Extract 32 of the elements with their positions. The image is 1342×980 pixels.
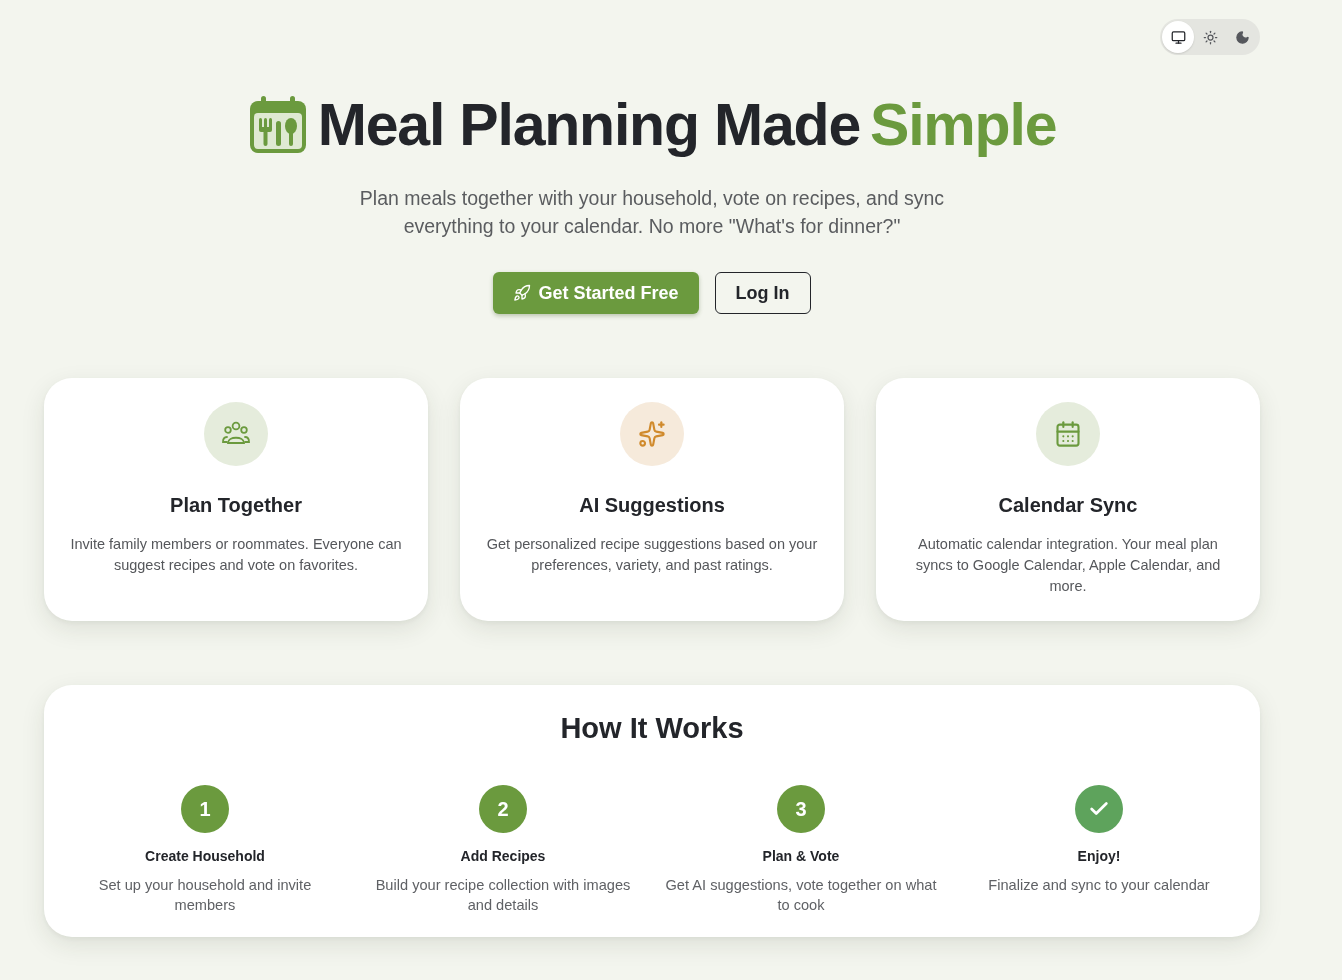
system-theme-button[interactable] [1162, 21, 1194, 53]
step-check-icon [1075, 785, 1123, 833]
step-number: 3 [777, 785, 825, 833]
step-title: Enjoy! [1077, 847, 1121, 865]
feature-description: Automatic calendar integration. Your meal plan syncs to Google Calendar, Apple Calendar, and more. [914, 535, 1222, 596]
calendar-icon [1054, 420, 1082, 448]
step-description: Get AI suggestions, vote together on what to cook [664, 876, 938, 915]
step-title: Add Recipes [460, 847, 546, 865]
section-title: How It Works [560, 711, 744, 746]
step-number: 2 [479, 785, 527, 833]
people-icon [222, 421, 250, 447]
sparkles-icon [638, 420, 666, 448]
sun-icon [1202, 29, 1218, 45]
log-in-button[interactable]: Log In [714, 272, 811, 314]
feature-description: Invite family members or roommates. Everyone can suggest recipes and vote on favorites. [69, 535, 403, 575]
step-number: 1 [181, 785, 229, 833]
moon-icon [1234, 29, 1250, 45]
feature-title: Plan Together [170, 493, 302, 518]
feature-description: Get personalized recipe suggestions based on your preferences, variety, and past ratings. [485, 535, 819, 575]
feature-title: Calendar Sync [998, 493, 1138, 518]
step-title: Create Household [145, 847, 265, 865]
step-description: Finalize and sync to your calendar [987, 876, 1211, 895]
page-title-highlight: Simple [870, 92, 1057, 158]
step-description: Set up your household and invite members [97, 876, 313, 915]
feature-title: AI Suggestions [579, 493, 725, 518]
step-description: Build your recipe collection with images and details [374, 876, 632, 915]
rocket-icon [513, 284, 532, 302]
calendar-utensils-logo-icon [247, 95, 308, 155]
hero-subtitle: Plan meals together with your household, vote on recipes, and sync everything to your calendar. No more "What's for dinner?" [358, 186, 946, 239]
step-title: Plan & Vote [762, 847, 840, 865]
page-title: Meal Planning Made [317, 92, 860, 158]
monitor-icon [1170, 29, 1186, 45]
